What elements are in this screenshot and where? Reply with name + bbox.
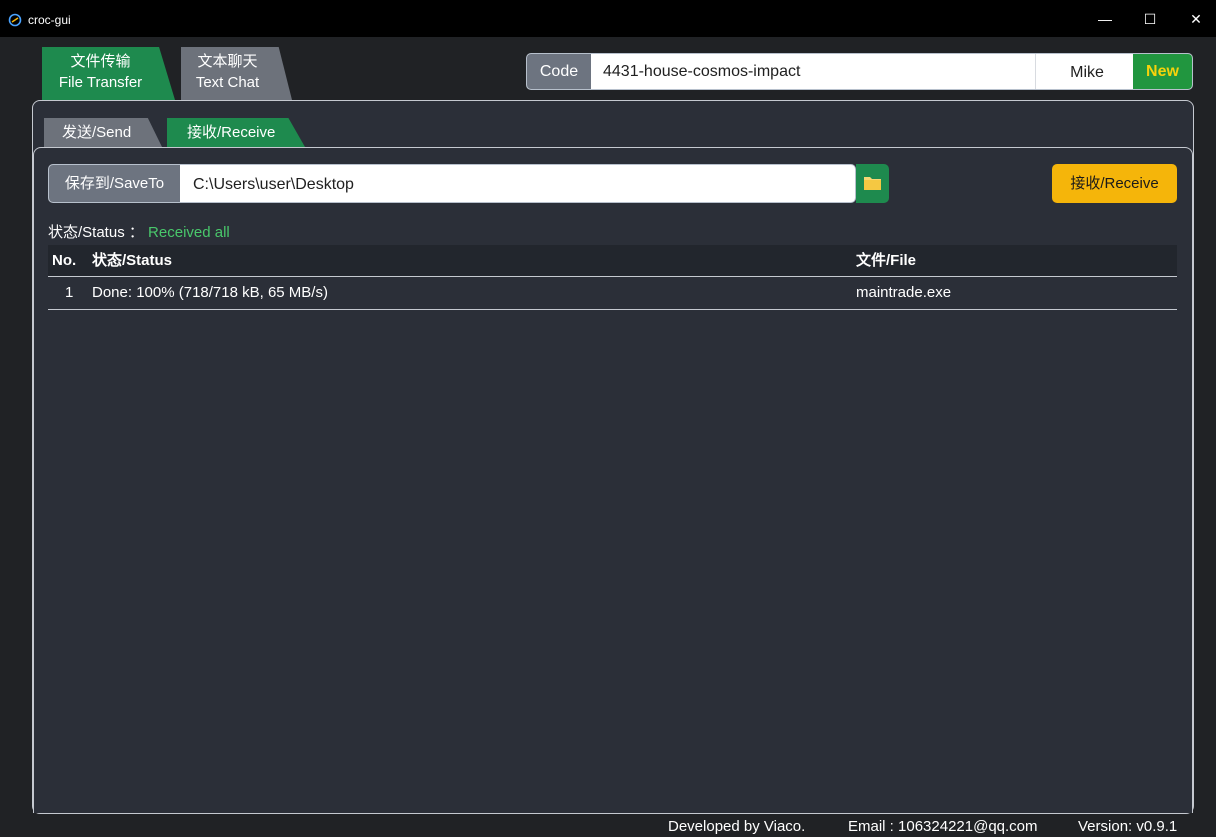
tab-text-chat[interactable]: 文本聊天 Text Chat	[181, 47, 292, 100]
folder-icon	[864, 177, 881, 190]
tab-receive[interactable]: 接收/Receive	[167, 118, 305, 147]
table-row[interactable]: 1 Done: 100% (718/718 kB, 65 MB/s) maint…	[48, 277, 1177, 310]
tab-file-transfer-cn: 文件传输	[70, 53, 131, 70]
window-title: croc-gui	[28, 13, 71, 27]
row-file: maintrade.exe	[856, 284, 952, 301]
save-path-input[interactable]	[183, 165, 855, 202]
tab-file-transfer-en: File Transfer	[58, 74, 143, 91]
footer-email: Email : 106324221@qq.com	[848, 818, 1038, 835]
status-line: 状态/Status ： Received all	[48, 223, 230, 243]
transfer-table: No. 状态/Status 文件/File 1 Done: 100% (718/…	[48, 245, 1177, 310]
minimize-button[interactable]: —	[1085, 8, 1125, 30]
footer-version: Version: v0.9.1	[1078, 818, 1178, 835]
tab-file-transfer[interactable]: 文件传输 File Transfer	[42, 47, 175, 100]
row-no: 1	[65, 284, 74, 301]
receive-button[interactable]: 接收/Receive	[1052, 164, 1177, 203]
row-status: Done: 100% (718/718 kB, 65 MB/s)	[92, 284, 328, 301]
browse-folder-button[interactable]	[856, 164, 889, 203]
table-header: No. 状态/Status 文件/File	[48, 245, 1177, 277]
app-logo-icon	[8, 13, 22, 27]
code-input[interactable]	[593, 54, 1043, 89]
header-status: 状态/Status	[92, 252, 173, 269]
code-label: Code	[527, 54, 591, 89]
footer-developer: Developed by Viaco.	[668, 818, 806, 835]
new-code-button[interactable]: New	[1133, 54, 1192, 89]
header-file: 文件/File	[856, 252, 917, 269]
header-no: No.	[52, 252, 77, 269]
code-bar: Code New	[526, 53, 1193, 90]
save-to-label: 保存到/SaveTo	[49, 165, 180, 202]
status-value: Received all	[148, 224, 230, 241]
maximize-button[interactable]: ☐	[1130, 8, 1170, 30]
name-input[interactable]	[1035, 54, 1138, 89]
save-to-bar: 保存到/SaveTo	[48, 164, 856, 203]
close-button[interactable]: ✕	[1176, 8, 1216, 30]
tab-send[interactable]: 发送/Send	[44, 118, 162, 147]
title-bar: croc-gui — ☐ ✕	[0, 0, 1216, 37]
tab-text-chat-en: Text Chat	[195, 74, 260, 91]
tab-text-chat-cn: 文本聊天	[197, 53, 258, 70]
status-label: 状态/Status ：	[48, 224, 144, 241]
